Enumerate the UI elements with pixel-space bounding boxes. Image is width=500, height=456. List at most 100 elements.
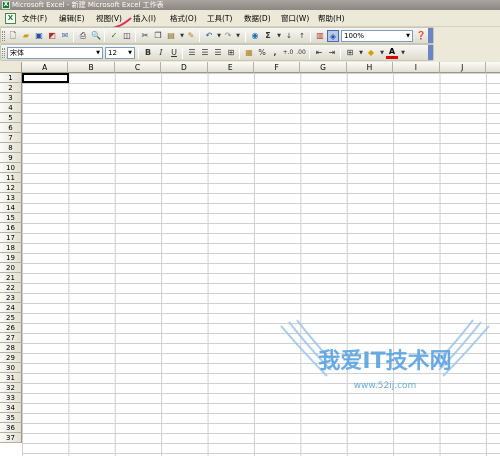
- menu-file[interactable]: 文件(F): [22, 10, 47, 27]
- row-header[interactable]: 28: [0, 343, 22, 353]
- print-icon[interactable]: ⎙: [77, 30, 89, 42]
- menu-help[interactable]: 帮助(H): [318, 10, 345, 27]
- column-header[interactable]: A: [22, 62, 69, 73]
- increase-decimal-icon[interactable]: +.0: [282, 47, 294, 59]
- comma-button[interactable]: ,: [269, 47, 281, 59]
- row-header[interactable]: 16: [0, 223, 22, 233]
- toolbar-grip[interactable]: [2, 31, 5, 41]
- decrease-decimal-icon[interactable]: .00: [295, 47, 307, 59]
- menu-tools[interactable]: 工具(T): [207, 10, 232, 27]
- align-right-icon[interactable]: ☰: [212, 47, 224, 59]
- sort-descending-icon[interactable]: ↑: [296, 30, 308, 42]
- cell-grid[interactable]: [22, 73, 500, 456]
- row-header[interactable]: 31: [0, 373, 22, 383]
- percent-button[interactable]: %: [256, 47, 268, 59]
- currency-icon[interactable]: ▦: [243, 47, 255, 59]
- new-icon[interactable]: 🗋: [7, 30, 19, 42]
- row-header[interactable]: 18: [0, 243, 22, 253]
- row-header[interactable]: 22: [0, 283, 22, 293]
- row-header[interactable]: 23: [0, 293, 22, 303]
- row-header[interactable]: 36: [0, 423, 22, 433]
- save-icon[interactable]: ▣: [33, 30, 45, 42]
- help-icon[interactable]: ❓: [415, 30, 427, 42]
- row-header[interactable]: 2: [0, 83, 22, 93]
- sort-ascending-icon[interactable]: ↓: [283, 30, 295, 42]
- workbook-icon[interactable]: X: [5, 13, 16, 24]
- menu-format[interactable]: 格式(O): [170, 10, 197, 27]
- italic-button[interactable]: I: [155, 47, 167, 59]
- redo-dropdown-icon[interactable]: ▼: [232, 30, 244, 42]
- column-header[interactable]: D: [161, 62, 208, 73]
- align-center-icon[interactable]: ☰: [199, 47, 211, 59]
- row-header[interactable]: 27: [0, 333, 22, 343]
- row-header[interactable]: 19: [0, 253, 22, 263]
- row-header[interactable]: 6: [0, 123, 22, 133]
- open-icon[interactable]: ▰: [20, 30, 32, 42]
- row-header[interactable]: 25: [0, 313, 22, 323]
- row-header[interactable]: 4: [0, 103, 22, 113]
- toolbar-options-icon[interactable]: [428, 45, 433, 60]
- font-combo[interactable]: 宋体 ▼: [7, 47, 103, 59]
- active-cell-a1[interactable]: [22, 73, 69, 83]
- cut-icon[interactable]: ✂: [139, 30, 151, 42]
- select-all-corner[interactable]: [0, 62, 22, 73]
- row-header[interactable]: 34: [0, 403, 22, 413]
- column-header[interactable]: C: [114, 62, 162, 73]
- bold-button[interactable]: B: [142, 47, 154, 59]
- row-header[interactable]: 26: [0, 323, 22, 333]
- menu-insert[interactable]: 插入(I): [133, 10, 156, 27]
- row-header[interactable]: 12: [0, 183, 22, 193]
- row-header[interactable]: 8: [0, 143, 22, 153]
- toolbar-grip[interactable]: [2, 48, 5, 58]
- column-header[interactable]: B: [68, 62, 115, 73]
- chevron-down-icon[interactable]: ▼: [94, 48, 102, 58]
- column-header[interactable]: E: [207, 62, 254, 73]
- row-header[interactable]: 30: [0, 363, 22, 373]
- column-header-partial[interactable]: [486, 62, 500, 73]
- row-header[interactable]: 14: [0, 203, 22, 213]
- column-header[interactable]: G: [300, 62, 347, 73]
- drawing-icon[interactable]: ◈: [327, 30, 339, 42]
- row-header[interactable]: 10: [0, 163, 22, 173]
- row-header[interactable]: 13: [0, 193, 22, 203]
- row-header[interactable]: 9: [0, 153, 22, 163]
- chevron-down-icon[interactable]: ▼: [404, 31, 412, 41]
- row-header[interactable]: 17: [0, 233, 22, 243]
- chevron-down-icon[interactable]: ▼: [126, 48, 134, 58]
- underline-button[interactable]: U: [168, 47, 180, 59]
- row-header[interactable]: 35: [0, 413, 22, 423]
- row-header[interactable]: 20: [0, 263, 22, 273]
- row-header[interactable]: 11: [0, 173, 22, 183]
- row-header[interactable]: 32: [0, 383, 22, 393]
- row-header[interactable]: 33: [0, 393, 22, 403]
- print-preview-icon[interactable]: 🔍: [90, 30, 102, 42]
- hyperlink-icon[interactable]: ◉: [249, 30, 261, 42]
- menu-data[interactable]: 数据(D): [244, 10, 271, 27]
- align-left-icon[interactable]: ☰: [186, 47, 198, 59]
- column-header[interactable]: J: [439, 62, 486, 73]
- row-header[interactable]: 37: [0, 433, 22, 443]
- merge-center-icon[interactable]: ⊞: [225, 47, 237, 59]
- menu-window[interactable]: 窗口(W): [281, 10, 309, 27]
- row-header[interactable]: 21: [0, 273, 22, 283]
- column-header[interactable]: I: [393, 62, 440, 73]
- row-header[interactable]: 15: [0, 213, 22, 223]
- decrease-indent-icon[interactable]: ⇤: [313, 47, 325, 59]
- research-icon[interactable]: ◫: [121, 30, 133, 42]
- menu-edit[interactable]: 编辑(E): [59, 10, 85, 27]
- spelling-icon[interactable]: ✓: [108, 30, 120, 42]
- chart-wizard-icon[interactable]: ▥: [314, 30, 326, 42]
- column-header[interactable]: H: [346, 62, 394, 73]
- copy-icon[interactable]: ❐: [152, 30, 164, 42]
- row-header[interactable]: 24: [0, 303, 22, 313]
- row-header[interactable]: 5: [0, 113, 22, 123]
- format-painter-icon[interactable]: ✎: [185, 30, 197, 42]
- font-size-combo[interactable]: 12 ▼: [105, 47, 135, 59]
- row-header[interactable]: 7: [0, 133, 22, 143]
- zoom-combo[interactable]: 100% ▼: [341, 30, 413, 42]
- column-header[interactable]: F: [254, 62, 301, 73]
- row-header[interactable]: 29: [0, 353, 22, 363]
- toolbar-options-icon[interactable]: [428, 28, 433, 43]
- increase-indent-icon[interactable]: ⇥: [326, 47, 338, 59]
- font-color-dropdown-icon[interactable]: ▼: [397, 47, 409, 59]
